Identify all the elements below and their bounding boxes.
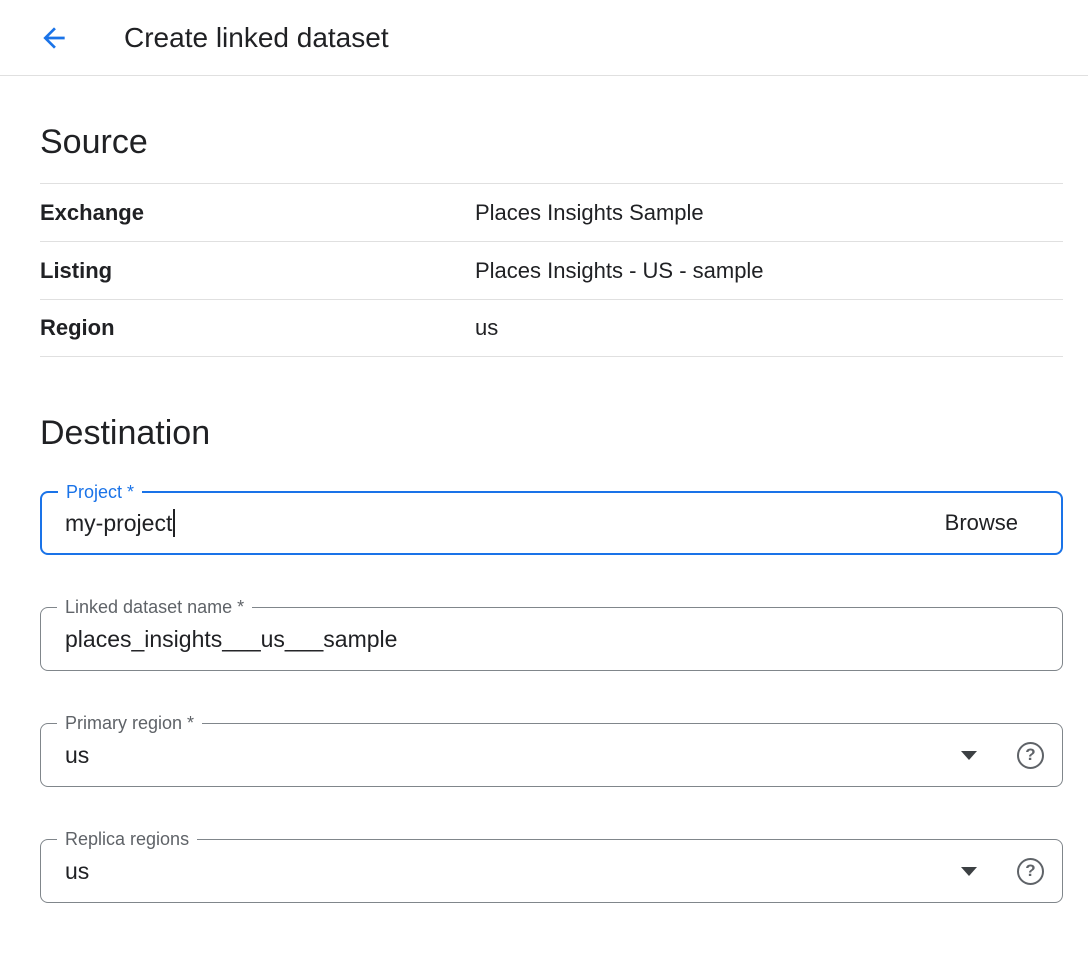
help-icon[interactable]: ?	[1017, 742, 1044, 769]
row-label-region: Region	[40, 315, 475, 341]
main-content: Source Exchange Places Insights Sample L…	[0, 122, 1088, 903]
linked-dataset-name-label: Linked dataset name *	[57, 597, 252, 617]
source-table: Exchange Places Insights Sample Listing …	[40, 183, 1063, 357]
row-label-listing: Listing	[40, 258, 475, 284]
linked-dataset-name-field[interactable]: Linked dataset name * places_insights___…	[40, 607, 1063, 671]
dropdown-arrow-icon[interactable]	[961, 751, 977, 760]
project-input[interactable]: my-project	[65, 510, 172, 537]
back-button[interactable]	[34, 18, 74, 58]
replica-regions-value: us	[65, 858, 89, 885]
primary-region-value: us	[65, 742, 89, 769]
text-cursor	[173, 509, 175, 537]
project-field-label: Project *	[58, 482, 142, 502]
help-icon[interactable]: ?	[1017, 858, 1044, 885]
project-field[interactable]: Project * my-project Browse	[40, 491, 1063, 555]
row-value-region: us	[475, 315, 498, 341]
destination-heading: Destination	[40, 413, 1063, 453]
arrow-back-icon	[38, 22, 70, 54]
header: Create linked dataset	[0, 0, 1088, 76]
primary-region-select[interactable]: Primary region * us ?	[40, 723, 1063, 787]
replica-regions-select[interactable]: Replica regions us ?	[40, 839, 1063, 903]
replica-regions-label: Replica regions	[57, 829, 197, 849]
dropdown-arrow-icon[interactable]	[961, 867, 977, 876]
row-value-exchange: Places Insights Sample	[475, 200, 704, 226]
primary-region-label: Primary region *	[57, 713, 202, 733]
table-row-region: Region us	[40, 299, 1063, 357]
browse-button[interactable]: Browse	[945, 510, 1018, 536]
linked-dataset-name-input[interactable]: places_insights___us___sample	[65, 626, 397, 653]
row-value-listing: Places Insights - US - sample	[475, 258, 764, 284]
table-row-exchange: Exchange Places Insights Sample	[40, 183, 1063, 241]
row-label-exchange: Exchange	[40, 200, 475, 226]
source-heading: Source	[40, 122, 1063, 162]
page-title: Create linked dataset	[124, 22, 389, 54]
table-row-listing: Listing Places Insights - US - sample	[40, 241, 1063, 299]
